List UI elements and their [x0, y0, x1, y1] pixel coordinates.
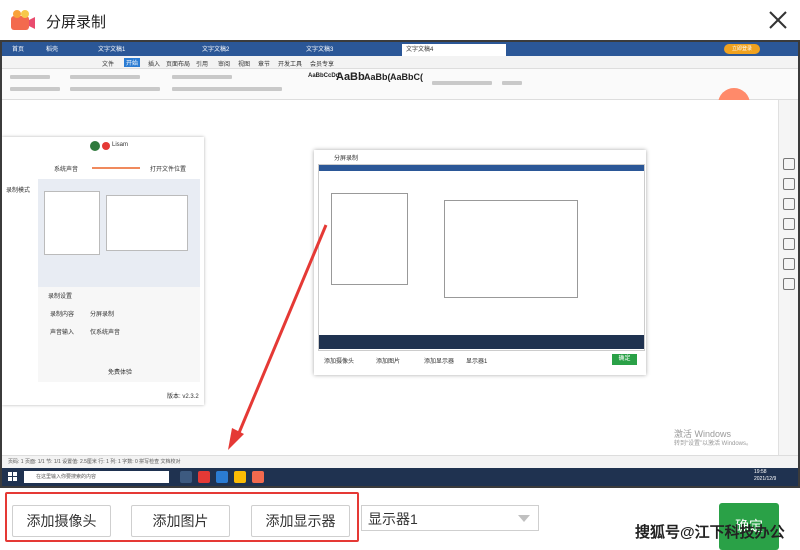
screen-preview: 首页 稻壳 文字文稿1 文字文稿2 文字文稿3 文字文稿4 立即登录 文件 开始… [0, 40, 800, 488]
window-title: 分屏录制 [46, 14, 107, 31]
red-arrow-icon [228, 224, 328, 450]
add-camera-button[interactable]: 添加摄像头 [12, 505, 111, 537]
add-display-button[interactable]: 添加显示器 [251, 505, 350, 537]
add-image-button[interactable]: 添加图片 [131, 505, 230, 537]
chevron-down-icon [518, 515, 530, 522]
source-watermark: 搜狐号@江下科技办公 [635, 524, 785, 541]
video-camera-icon [11, 10, 35, 30]
bottom-bar: 添加摄像头 添加图片 添加显示器 显示器1 确定 搜狐号@江下科技办公 [0, 488, 800, 550]
display-select[interactable]: 显示器1 [361, 505, 539, 531]
close-icon[interactable] [766, 8, 790, 32]
title-bar: 分屏录制 [0, 0, 800, 40]
